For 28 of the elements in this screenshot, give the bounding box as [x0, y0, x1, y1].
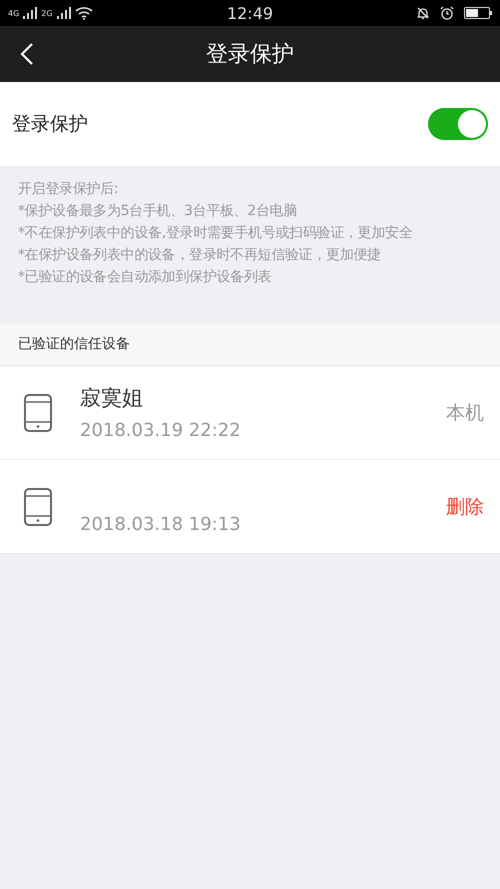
back-icon — [20, 42, 34, 66]
network-label: 2G — [41, 8, 53, 18]
toggle-switch[interactable] — [428, 108, 488, 140]
tablet-icon — [24, 488, 52, 526]
page-title: 登录保护 — [206, 41, 294, 69]
setting-label: 登录保护 — [12, 112, 88, 137]
note-text: *保护设备最多为5台手机、3台平板、2台电脑 — [18, 202, 298, 221]
battery-icon — [464, 7, 492, 19]
device-name: 寂寞姐 — [80, 385, 144, 410]
signal-icon — [56, 7, 71, 19]
note-text: *已验证的设备会自动添加到保护设备列表 — [18, 268, 272, 287]
note-text: *在保护设备列表中的设备，登录时不再短信验证，更加便捷 — [18, 246, 382, 265]
device-row[interactable]: 2018.03.18 19:13 删除 — [0, 460, 500, 554]
wifi-icon — [74, 6, 93, 20]
alarm-icon — [440, 6, 454, 20]
section-title: 已验证的信任设备 — [18, 335, 130, 353]
bell-icon — [416, 6, 430, 20]
current-device-label: 本机 — [446, 400, 484, 426]
note-text: 开启登录保护后: — [18, 180, 120, 199]
network-label: 4G — [8, 8, 20, 18]
clock-time: 12:49 — [226, 4, 274, 22]
device-time: 2018.03.19 22:22 — [80, 420, 242, 441]
device-time: 2018.03.18 19:13 — [80, 514, 242, 535]
tablet-icon — [24, 394, 52, 432]
signal-icon — [23, 7, 38, 19]
note-text: *不在保护列表中的设备,登录时需要手机号或扫码验证，更加安全 — [18, 224, 414, 243]
delete-button[interactable]: 删除 — [446, 494, 484, 520]
device-row[interactable]: 寂寞姐 2018.03.19 22:22 本机 — [0, 366, 500, 460]
